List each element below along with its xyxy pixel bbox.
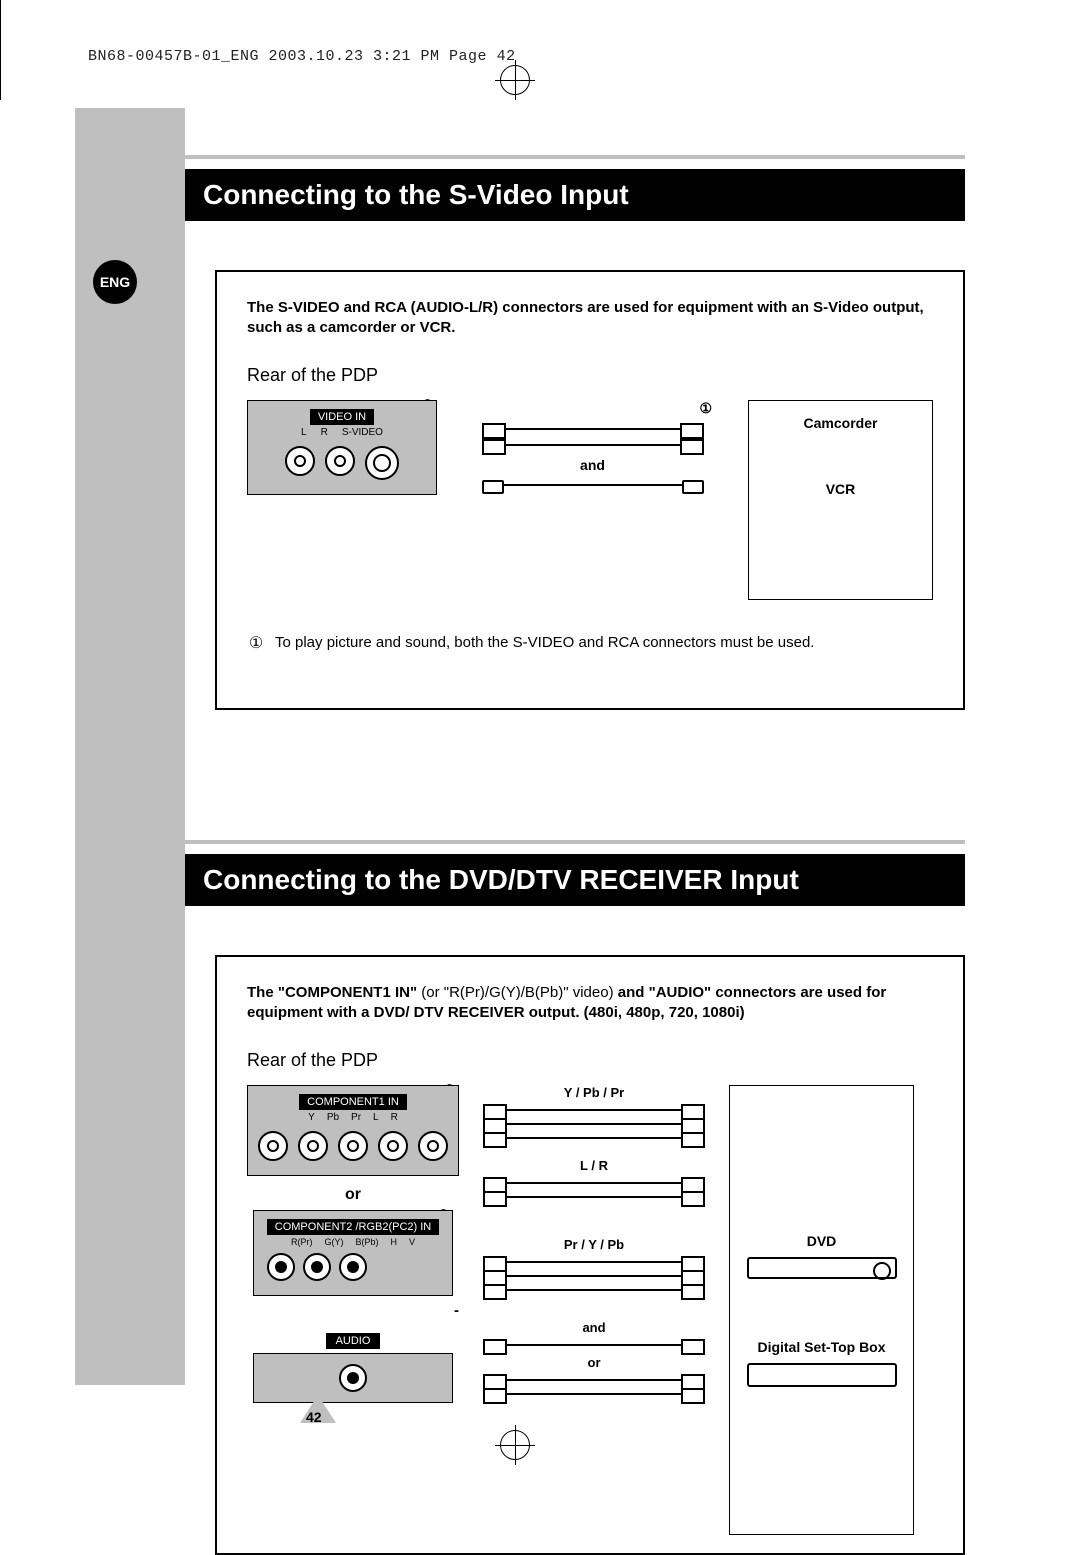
sub-v: V (409, 1237, 415, 1247)
component-jack (338, 1131, 368, 1161)
diagram-row-1: - VIDEO IN L R S-VIDEO ① and (247, 400, 933, 600)
rear-panels-column: - COMPONENT1 IN Y Pb Pr L R (247, 1085, 459, 1403)
rear-label-1: Rear of the PDP (247, 365, 933, 386)
device-box-2: DVD Digital Set-Top Box (729, 1085, 914, 1535)
print-header: BN68-00457B-01_ENG 2003.10.23 3:21 PM Pa… (88, 48, 516, 65)
bnc-jack (303, 1253, 331, 1281)
diagram-row-2: - COMPONENT1 IN Y Pb Pr L R (247, 1085, 933, 1535)
or-label-panels: or (345, 1186, 361, 1204)
section-1-heading: Connecting to the S-Video Input (185, 169, 965, 221)
component-cable (489, 1120, 699, 1128)
cable-prypb-label: Pr / Y / Pb (564, 1237, 624, 1252)
language-badge: ENG (93, 260, 137, 304)
sub-bpb: B(Pb) (355, 1237, 378, 1247)
cable-and-1: and (580, 457, 605, 473)
note-text: To play picture and sound, both the S-VI… (275, 634, 814, 652)
cable-marker-1: ① (699, 400, 718, 417)
crop-cross-top (495, 60, 535, 100)
section-1-body: The S-VIDEO and RCA (AUDIO-L/R) connecto… (215, 270, 965, 710)
cable-lr-label: L / R (580, 1158, 608, 1173)
device-box-1: Camcorder VCR (748, 400, 933, 600)
rca-jack-l (285, 446, 315, 476)
component-cable (489, 1106, 699, 1114)
note-marker: ① (247, 634, 265, 652)
video-in-label: VIDEO IN (310, 409, 374, 425)
sub-l: L (373, 1112, 379, 1123)
rca-jack-r (325, 446, 355, 476)
component2-label: COMPONENT2 /RGB2(PC2) IN (267, 1219, 439, 1235)
sub-rpr: R(Pr) (291, 1237, 313, 1247)
cable-or: or (588, 1355, 601, 1370)
sub-y: Y (308, 1112, 315, 1123)
component-jack (298, 1131, 328, 1161)
component-jack (418, 1131, 448, 1161)
audio-jack (339, 1364, 367, 1392)
cable-diagram-1: ① and (467, 400, 718, 489)
audio-label: AUDIO (326, 1333, 381, 1349)
section-2-title: Connecting to the DVD/DTV RECEIVER Input (185, 840, 965, 906)
s-video-jack (365, 446, 399, 480)
dvd-icon (747, 1257, 897, 1279)
panel-sub-sv: S-VIDEO (342, 427, 383, 438)
settop-icon (747, 1363, 897, 1387)
audio-cable (489, 1193, 699, 1201)
sub-pr: Pr (351, 1112, 361, 1123)
cable-ypbpr-label: Y / Pb / Pr (564, 1085, 624, 1100)
audio-cable (489, 1179, 699, 1187)
audio-rca-cable (489, 1376, 699, 1384)
component-jack (378, 1131, 408, 1161)
side-rail (75, 108, 185, 1385)
component-jack (258, 1131, 288, 1161)
section-2-body: The "COMPONENT1 IN" (or "R(Pr)/G(Y)/B(Pb… (215, 955, 965, 1555)
crop-mark (0, 0, 1, 50)
vcr-label: VCR (826, 481, 856, 497)
bnc-jack (267, 1253, 295, 1281)
audio-rca-cable (489, 1390, 699, 1398)
section-2-intro: The "COMPONENT1 IN" (or "R(Pr)/G(Y)/B(Pb… (247, 983, 933, 1024)
camcorder-label: Camcorder (804, 415, 878, 431)
component1-panel: - COMPONENT1 IN Y Pb Pr L R (247, 1085, 459, 1176)
cable-column: Y / Pb / Pr L / R Pr / Y / Pb (489, 1085, 699, 1398)
bnc-jack (339, 1253, 367, 1281)
page-number: 42 (306, 1409, 322, 1425)
rgb-cable (489, 1272, 699, 1280)
intro-pre: The "COMPONENT1 IN" (247, 984, 421, 1001)
cable-and-2: and (582, 1320, 605, 1335)
stb-label: Digital Set-Top Box (757, 1339, 885, 1355)
dvd-label: DVD (807, 1233, 837, 1249)
sub-gy: G(Y) (324, 1237, 343, 1247)
video-in-panel: - VIDEO IN L R S-VIDEO (247, 400, 437, 495)
rca-cable (488, 425, 698, 433)
section-2-heading: Connecting to the DVD/DTV RECEIVER Input (185, 854, 965, 906)
component-cable (489, 1134, 699, 1142)
svideo-cable (488, 481, 698, 489)
audio-mini-cable (489, 1341, 699, 1349)
rca-cable (488, 441, 698, 449)
component2-panel: - COMPONENT2 /RGB2(PC2) IN R(Pr) G(Y) B(… (253, 1210, 453, 1296)
rgb-cable (489, 1286, 699, 1294)
sub-pb: Pb (327, 1112, 339, 1123)
sub-h: H (391, 1237, 398, 1247)
rgb-cable (489, 1258, 699, 1266)
intro-light: (or "R(Pr)/G(Y)/B(Pb)" video) (421, 984, 613, 1001)
crop-mark (0, 50, 1, 100)
rear-label-2: Rear of the PDP (247, 1050, 933, 1071)
component1-label: COMPONENT1 IN (299, 1094, 407, 1110)
panel-sub-r: R (321, 427, 328, 438)
note-row-1: ① To play picture and sound, both the S-… (247, 634, 933, 652)
sub-r: R (391, 1112, 398, 1123)
section-1-intro: The S-VIDEO and RCA (AUDIO-L/R) connecto… (247, 298, 933, 339)
panel-sub-l: L (301, 427, 307, 438)
section-1-title: Connecting to the S-Video Input (185, 155, 965, 221)
